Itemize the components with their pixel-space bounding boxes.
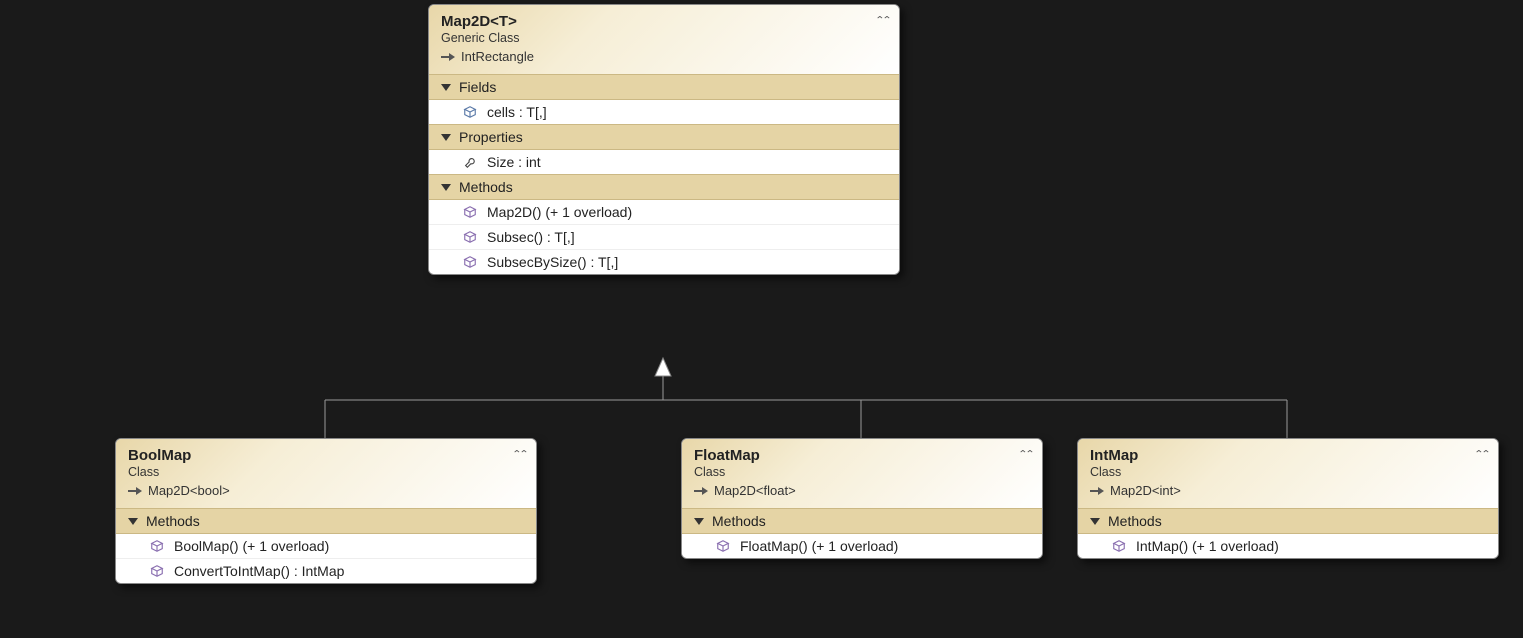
class-base: Map2D<bool> [128, 483, 524, 498]
inherits-arrow-icon [441, 50, 455, 64]
method-item[interactable]: Subsec() : T[,] [429, 224, 899, 249]
section-header-methods[interactable]: Methods [1078, 508, 1498, 534]
property-icon [463, 155, 477, 169]
class-stereotype: Class [694, 465, 1030, 479]
properties-list: Size : int [429, 150, 899, 174]
class-base-name: Map2D<int> [1110, 483, 1181, 498]
class-floatmap[interactable]: FloatMap Class Map2D<float> Methods Floa… [681, 438, 1043, 559]
property-item[interactable]: Size : int [429, 150, 899, 174]
section-header-methods[interactable]: Methods [116, 508, 536, 534]
expand-triangle-icon [441, 184, 451, 191]
methods-list: BoolMap() (+ 1 overload) ConvertToIntMap… [116, 534, 536, 583]
class-base-name: Map2D<bool> [148, 483, 230, 498]
class-base: IntRectangle [441, 49, 887, 64]
expand-triangle-icon [128, 518, 138, 525]
method-item[interactable]: BoolMap() (+ 1 overload) [116, 534, 536, 558]
inherits-arrow-icon [128, 484, 142, 498]
method-item[interactable]: SubsecBySize() : T[,] [429, 249, 899, 274]
class-map2d[interactable]: Map2D<T> Generic Class IntRectangle Fiel… [428, 4, 900, 275]
class-stereotype: Class [1090, 465, 1486, 479]
inherits-arrow-icon [694, 484, 708, 498]
method-item[interactable]: IntMap() (+ 1 overload) [1078, 534, 1498, 558]
diagram-canvas: { "parent": { "title": "Map2D<T>", "ster… [0, 0, 1523, 638]
method-icon [716, 539, 730, 553]
method-icon [463, 205, 477, 219]
field-icon [463, 105, 477, 119]
class-base: Map2D<float> [694, 483, 1030, 498]
class-header: FloatMap Class Map2D<float> [682, 439, 1042, 508]
method-icon [463, 230, 477, 244]
inherits-arrow-icon [1090, 484, 1104, 498]
class-base: Map2D<int> [1090, 483, 1486, 498]
method-icon [463, 255, 477, 269]
section-header-methods[interactable]: Methods [429, 174, 899, 200]
method-icon [150, 564, 164, 578]
class-intmap[interactable]: IntMap Class Map2D<int> Methods IntMap()… [1077, 438, 1499, 559]
methods-list: IntMap() (+ 1 overload) [1078, 534, 1498, 558]
class-title: FloatMap [694, 447, 1030, 464]
collapse-icon[interactable] [1018, 447, 1032, 461]
method-item[interactable]: Map2D() (+ 1 overload) [429, 200, 899, 224]
field-item[interactable]: cells : T[,] [429, 100, 899, 124]
class-stereotype: Class [128, 465, 524, 479]
collapse-icon[interactable] [1474, 447, 1488, 461]
method-icon [150, 539, 164, 553]
class-title: Map2D<T> [441, 13, 887, 30]
method-item[interactable]: ConvertToIntMap() : IntMap [116, 558, 536, 583]
fields-list: cells : T[,] [429, 100, 899, 124]
class-base-name: IntRectangle [461, 49, 534, 64]
class-header: IntMap Class Map2D<int> [1078, 439, 1498, 508]
expand-triangle-icon [1090, 518, 1100, 525]
section-header-properties[interactable]: Properties [429, 124, 899, 150]
class-header: BoolMap Class Map2D<bool> [116, 439, 536, 508]
class-base-name: Map2D<float> [714, 483, 796, 498]
expand-triangle-icon [441, 84, 451, 91]
section-header-fields[interactable]: Fields [429, 74, 899, 100]
method-item[interactable]: FloatMap() (+ 1 overload) [682, 534, 1042, 558]
class-boolmap[interactable]: BoolMap Class Map2D<bool> Methods BoolMa… [115, 438, 537, 584]
class-header: Map2D<T> Generic Class IntRectangle [429, 5, 899, 74]
methods-list: Map2D() (+ 1 overload) Subsec() : T[,] S… [429, 200, 899, 274]
class-title: IntMap [1090, 447, 1486, 464]
collapse-icon[interactable] [512, 447, 526, 461]
class-stereotype: Generic Class [441, 31, 887, 45]
section-header-methods[interactable]: Methods [682, 508, 1042, 534]
method-icon [1112, 539, 1126, 553]
expand-triangle-icon [441, 134, 451, 141]
expand-triangle-icon [694, 518, 704, 525]
collapse-icon[interactable] [875, 13, 889, 27]
class-title: BoolMap [128, 447, 524, 464]
methods-list: FloatMap() (+ 1 overload) [682, 534, 1042, 558]
